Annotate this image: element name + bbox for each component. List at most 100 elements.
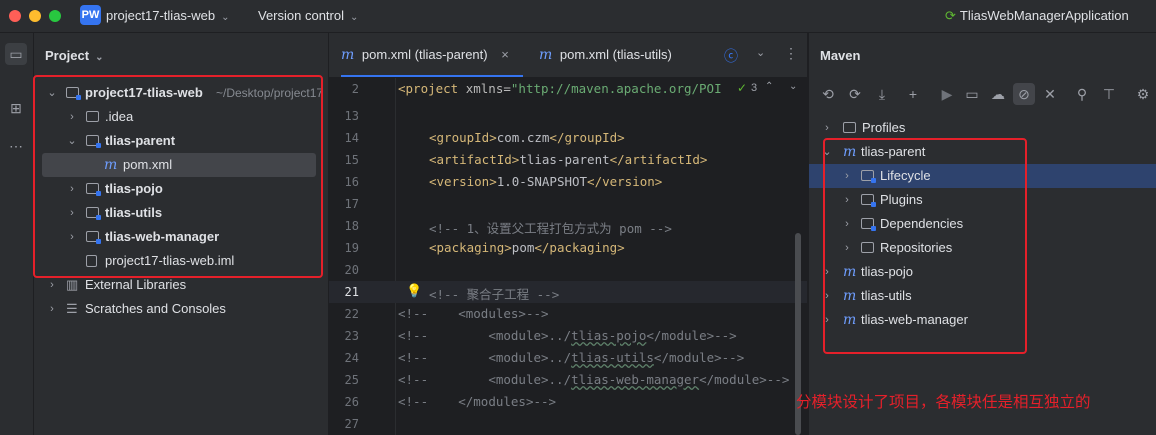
tab-pom-tlias-utils[interactable]: m pom.xml (tlias-utils): [539, 33, 672, 77]
maven-file-icon: m: [341, 47, 355, 63]
add-icon[interactable]: +: [902, 83, 924, 105]
project-badge[interactable]: PW: [80, 5, 101, 25]
run-configuration[interactable]: ⟳ TliasWebManagerApplication: [945, 8, 1129, 24]
chevron-right-icon[interactable]: ›: [821, 284, 833, 308]
ai-assistant-icon[interactable]: ⓒ: [724, 46, 738, 66]
close-window-button[interactable]: [9, 10, 21, 22]
chevron-right-icon[interactable]: ›: [66, 201, 78, 225]
maven-item-tlias-utils[interactable]: › m tlias-utils: [809, 284, 1156, 308]
zoom-window-button[interactable]: [49, 10, 61, 22]
version-control-menu[interactable]: Version control ⌄: [258, 8, 358, 23]
chevron-right-icon[interactable]: ›: [841, 236, 853, 260]
title-bar: PW project17-tlias-web ⌄ Version control ⌄…: [0, 0, 1156, 33]
chevron-down-icon[interactable]: ⌄: [821, 140, 833, 164]
close-tab-icon[interactable]: ×: [501, 47, 509, 62]
reload-icon[interactable]: ⟲: [817, 83, 839, 105]
module-folder-icon: [86, 231, 101, 244]
analyze-icon[interactable]: ⊤: [1098, 83, 1120, 105]
project-panel: Project ⌄ ⌄ project17-tlias-web ~/Desktop…: [34, 33, 329, 435]
chevron-down-icon[interactable]: ⌄: [789, 81, 797, 92]
reload-folder-icon[interactable]: ⟳: [844, 83, 866, 105]
tree-item-pom-xml[interactable]: m pom.xml: [42, 153, 316, 177]
maven-project-icon: m: [843, 264, 857, 280]
chevron-right-icon[interactable]: ›: [66, 225, 78, 249]
maven-file-icon: m: [539, 47, 553, 63]
chevron-right-icon[interactable]: ›: [46, 297, 58, 321]
maven-project-icon: m: [843, 144, 857, 160]
download-icon[interactable]: ⤓: [871, 83, 893, 105]
chevron-right-icon[interactable]: ›: [841, 188, 853, 212]
maven-file-icon: m: [104, 157, 118, 173]
maven-item-profiles[interactable]: › Profiles: [809, 116, 1156, 140]
chevron-down-icon: ⌄: [350, 12, 359, 23]
maven-item-tlias-web-manager[interactable]: › m tlias-web-manager: [809, 308, 1156, 332]
editor-tabs: m pom.xml (tlias-parent) × m pom.xml (tl…: [329, 33, 807, 78]
tree-item-tlias-utils[interactable]: › tlias-utils: [34, 201, 328, 225]
collapse-all-icon[interactable]: ✕: [1039, 83, 1061, 105]
chevron-up-icon[interactable]: ⌃: [765, 81, 773, 92]
maven-project-icon: m: [843, 288, 857, 304]
iml-file-icon: [86, 255, 97, 267]
lightbulb-icon[interactable]: 💡: [406, 283, 422, 299]
dependencies-folder-icon: [861, 218, 876, 231]
module-folder-icon: [66, 87, 81, 100]
maven-item-lifecycle[interactable]: › Lifecycle: [809, 164, 1156, 188]
project-panel-title[interactable]: Project ⌄: [45, 48, 103, 63]
inspection-ok-icon[interactable]: ✓: [737, 81, 747, 95]
maven-item-dependencies[interactable]: › Dependencies: [809, 212, 1156, 236]
more-options-icon[interactable]: ⋮: [784, 45, 798, 62]
maven-panel: Maven ⟲ ⟳ ⤓ + ▶ ▭ ☁ ⊘ ✕ ⚲ ⊤ ⚙ › Profiles…: [808, 33, 1156, 435]
module-folder-icon: [86, 135, 101, 148]
tree-item-idea[interactable]: › .idea: [34, 105, 328, 129]
offline-mode-icon[interactable]: ☁: [987, 83, 1009, 105]
tree-item-project-root[interactable]: ⌄ project17-tlias-web ~/Desktop/project1…: [34, 81, 328, 105]
chevron-down-icon[interactable]: ⌄: [66, 129, 78, 153]
tree-item-external-libraries[interactable]: › ▥ External Libraries: [34, 273, 328, 297]
tab-list-chevron-icon[interactable]: ⌄: [756, 46, 765, 59]
chevron-down-icon: ⌄: [95, 52, 104, 63]
tab-pom-tlias-parent[interactable]: m pom.xml (tlias-parent) ×: [341, 33, 523, 77]
tree-item-tlias-pojo[interactable]: › tlias-pojo: [34, 177, 328, 201]
minimize-window-button[interactable]: [29, 10, 41, 22]
maven-item-repositories[interactable]: › Repositories: [809, 236, 1156, 260]
skip-tests-icon[interactable]: ⊘: [1013, 83, 1035, 105]
scratches-icon: ☰: [66, 301, 78, 316]
maven-item-tlias-parent[interactable]: ⌄ m tlias-parent: [809, 140, 1156, 164]
more-tools-icon[interactable]: ⋯: [5, 135, 27, 157]
folder-icon: [86, 111, 99, 122]
folder-icon: [843, 122, 856, 133]
lifecycle-folder-icon: [861, 170, 876, 183]
spring-leaf-icon: ⟳: [945, 8, 956, 23]
repositories-folder-icon: [861, 242, 874, 253]
tree-item-tlias-web-manager[interactable]: › tlias-web-manager: [34, 225, 328, 249]
code-area[interactable]: 2 <project xmlns="http://maven.apache.or…: [329, 78, 807, 435]
tree-item-scratches[interactable]: › ☰ Scratches and Consoles: [34, 297, 328, 321]
library-icon: ▥: [66, 277, 79, 292]
chevron-down-icon[interactable]: ⌄: [46, 81, 58, 105]
chevron-right-icon[interactable]: ›: [821, 116, 833, 140]
module-folder-icon: [86, 183, 101, 196]
maven-panel-title: Maven: [820, 48, 861, 63]
chevron-right-icon[interactable]: ›: [66, 105, 78, 129]
maven-project-icon: m: [843, 312, 857, 328]
plugins-folder-icon: [861, 194, 876, 207]
project-tool-icon[interactable]: ▭: [5, 43, 27, 65]
settings-icon[interactable]: ⚙: [1132, 83, 1154, 105]
tool-window-strip: ▭ ⊞ ⋯: [0, 33, 34, 435]
maven-item-tlias-pojo[interactable]: › m tlias-pojo: [809, 260, 1156, 284]
tree-item-tlias-parent[interactable]: ⌄ tlias-parent: [34, 129, 328, 153]
chevron-right-icon[interactable]: ›: [821, 260, 833, 284]
chevron-right-icon[interactable]: ›: [46, 273, 58, 297]
chevron-right-icon[interactable]: ›: [821, 308, 833, 332]
structure-tool-icon[interactable]: ⊞: [5, 97, 27, 119]
run-icon[interactable]: ▶: [936, 83, 958, 105]
project-switcher[interactable]: project17-tlias-web ⌄: [106, 8, 230, 23]
execute-goal-icon[interactable]: ▭: [961, 83, 983, 105]
maven-item-plugins[interactable]: › Plugins: [809, 188, 1156, 212]
chevron-right-icon[interactable]: ›: [66, 177, 78, 201]
chevron-right-icon[interactable]: ›: [841, 212, 853, 236]
chevron-right-icon[interactable]: ›: [841, 164, 853, 188]
chevron-down-icon: ⌄: [221, 12, 230, 23]
tree-item-iml-file[interactable]: project17-tlias-web.iml: [34, 249, 328, 273]
show-dependencies-icon[interactable]: ⚲: [1071, 83, 1093, 105]
